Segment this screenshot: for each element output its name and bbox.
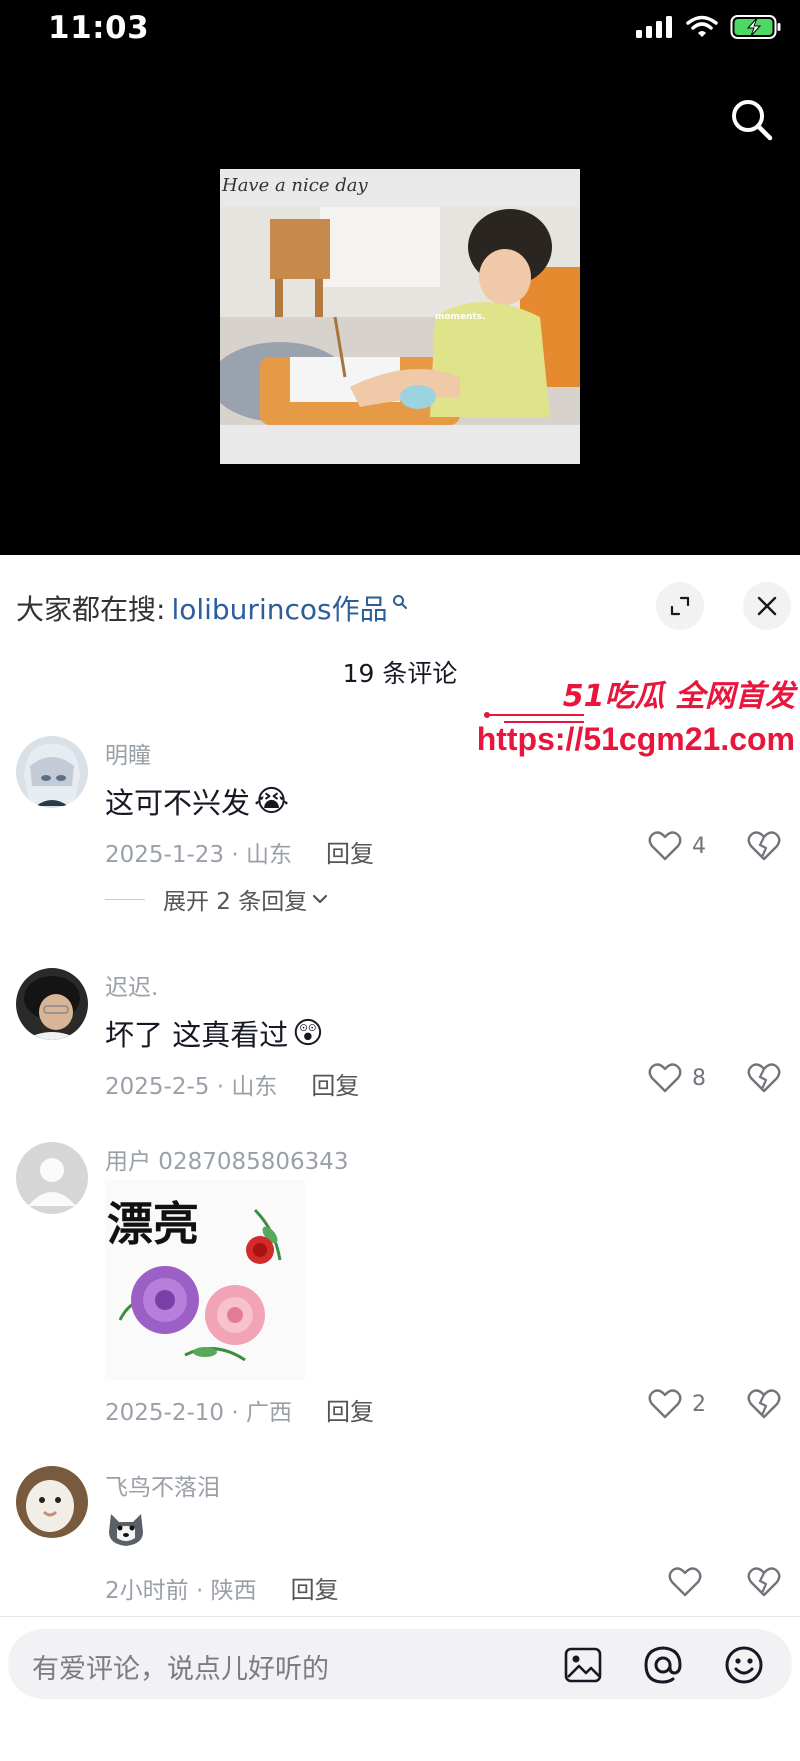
reply-button[interactable]: 回复 <box>311 1066 359 1101</box>
avatar[interactable] <box>16 736 88 808</box>
broken-heart-icon <box>747 1567 781 1597</box>
like-button[interactable]: 8 <box>648 1062 706 1094</box>
dislike-button[interactable] <box>747 1062 781 1098</box>
comment-username[interactable]: 飞鸟不落泪 <box>105 1468 220 1502</box>
expand-button[interactable] <box>656 582 704 630</box>
avatar[interactable] <box>16 1466 88 1538</box>
broken-heart-icon <box>747 1063 781 1093</box>
video-frame: moments. <box>220 207 580 425</box>
comment-meta: 2025-2-5 · 山东 回复 <box>105 1066 359 1101</box>
dislike-button[interactable] <box>747 830 781 866</box>
like-button[interactable]: 2 <box>648 1388 706 1420</box>
status-icons <box>636 14 782 40</box>
heart-icon <box>648 831 682 861</box>
at-icon <box>644 1646 682 1684</box>
image-button[interactable] <box>562 1644 604 1686</box>
search-icon <box>732 100 773 141</box>
input-divider <box>0 1616 800 1617</box>
sticker-text: 漂亮 <box>107 1197 199 1251</box>
trending-search-prefix: 大家都在搜: <box>16 593 166 626</box>
reply-button[interactable]: 回复 <box>326 1392 374 1427</box>
comment-meta: 2025-1-23 · 山东 回复 <box>105 834 374 869</box>
reply-button[interactable]: 回复 <box>291 1570 339 1605</box>
video-overlay-text: moments. <box>435 312 486 322</box>
heart-icon <box>668 1567 702 1597</box>
comment-username[interactable]: 迟迟. <box>105 968 158 1002</box>
comment-username[interactable]: 明瞳 <box>105 736 151 770</box>
crying-emoji-icon: 😭 <box>254 783 290 819</box>
sticker-art: 漂亮 <box>107 1197 282 1362</box>
search-small-icon <box>392 595 407 609</box>
broken-heart-icon <box>747 1389 781 1419</box>
emoji-icon <box>725 1646 763 1684</box>
video-area: 11:03 Have a nice day moments. <box>0 0 800 555</box>
chevron-down-icon <box>313 894 328 904</box>
comment-date-location: 2025-2-5 · 山东 <box>105 1073 278 1100</box>
shocked-emoji-icon: 😲 <box>292 1015 324 1051</box>
broken-heart-icon <box>747 831 781 861</box>
close-button[interactable] <box>743 582 791 630</box>
comment-date-location: 2小时前 · 陕西 <box>105 1577 257 1604</box>
comment-meta: 2025-2-10 · 广西 回复 <box>105 1392 374 1427</box>
battery-icon <box>730 15 781 39</box>
trending-search-term[interactable]: loliburincos作品 <box>171 588 387 628</box>
comment-text-body: 这可不兴发 <box>105 786 251 820</box>
expand-replies[interactable]: 展开 2 条回复 <box>105 882 329 916</box>
video-thumbnail[interactable]: Have a nice day moments. <box>220 169 580 464</box>
expand-replies-label: 展开 2 条回复 <box>163 889 308 915</box>
signal-icon <box>636 16 672 38</box>
comment-text: 坏了 这真看过 😲 <box>105 1012 324 1054</box>
close-icon <box>757 596 777 616</box>
dislike-button[interactable] <box>747 1388 781 1424</box>
reply-button[interactable]: 回复 <box>326 834 374 869</box>
status-time: 11:03 <box>48 10 150 46</box>
watermark-title: 51吃瓜 全网首发 <box>562 679 795 714</box>
comment-date-location: 2025-2-10 · 广西 <box>105 1399 292 1426</box>
dislike-button[interactable] <box>747 1566 781 1602</box>
comment-input-placeholder[interactable]: 有爱评论，说点儿好听的 <box>32 1647 329 1686</box>
sticker-image[interactable]: 漂亮 <box>105 1180 305 1380</box>
like-button[interactable] <box>668 1566 712 1598</box>
comment-text-body: 坏了 这真看过 <box>105 1018 289 1052</box>
heart-icon <box>648 1063 682 1093</box>
image-icon <box>564 1647 602 1683</box>
mention-button[interactable] <box>642 1644 684 1686</box>
video-caption: Have a nice day <box>222 175 368 196</box>
emoji-button[interactable] <box>723 1644 765 1686</box>
like-count: 2 <box>692 1391 706 1417</box>
comment-username[interactable]: 用户 0287085806343 <box>105 1142 349 1176</box>
watermark-url: https://51cgm21.com <box>476 721 795 757</box>
husky-sticker-icon <box>105 1506 147 1548</box>
trending-search[interactable]: 大家都在搜: loliburincos作品 <box>16 588 408 628</box>
expand-icon <box>670 596 690 616</box>
search-button[interactable] <box>724 92 780 148</box>
comment-meta: 2小时前 · 陕西 回复 <box>105 1570 339 1605</box>
like-count: 4 <box>692 833 706 859</box>
avatar[interactable] <box>16 968 88 1040</box>
comment-date-location: 2025-1-23 · 山东 <box>105 841 292 868</box>
comment-text: 这可不兴发 😭 <box>105 780 289 822</box>
like-button[interactable]: 4 <box>648 830 706 862</box>
wifi-icon <box>686 15 718 37</box>
comment-input-bar[interactable]: 有爱评论，说点儿好听的 <box>8 1629 792 1699</box>
avatar[interactable] <box>16 1142 88 1214</box>
heart-icon <box>648 1389 682 1419</box>
like-count: 8 <box>692 1065 706 1091</box>
expand-divider <box>105 898 145 900</box>
